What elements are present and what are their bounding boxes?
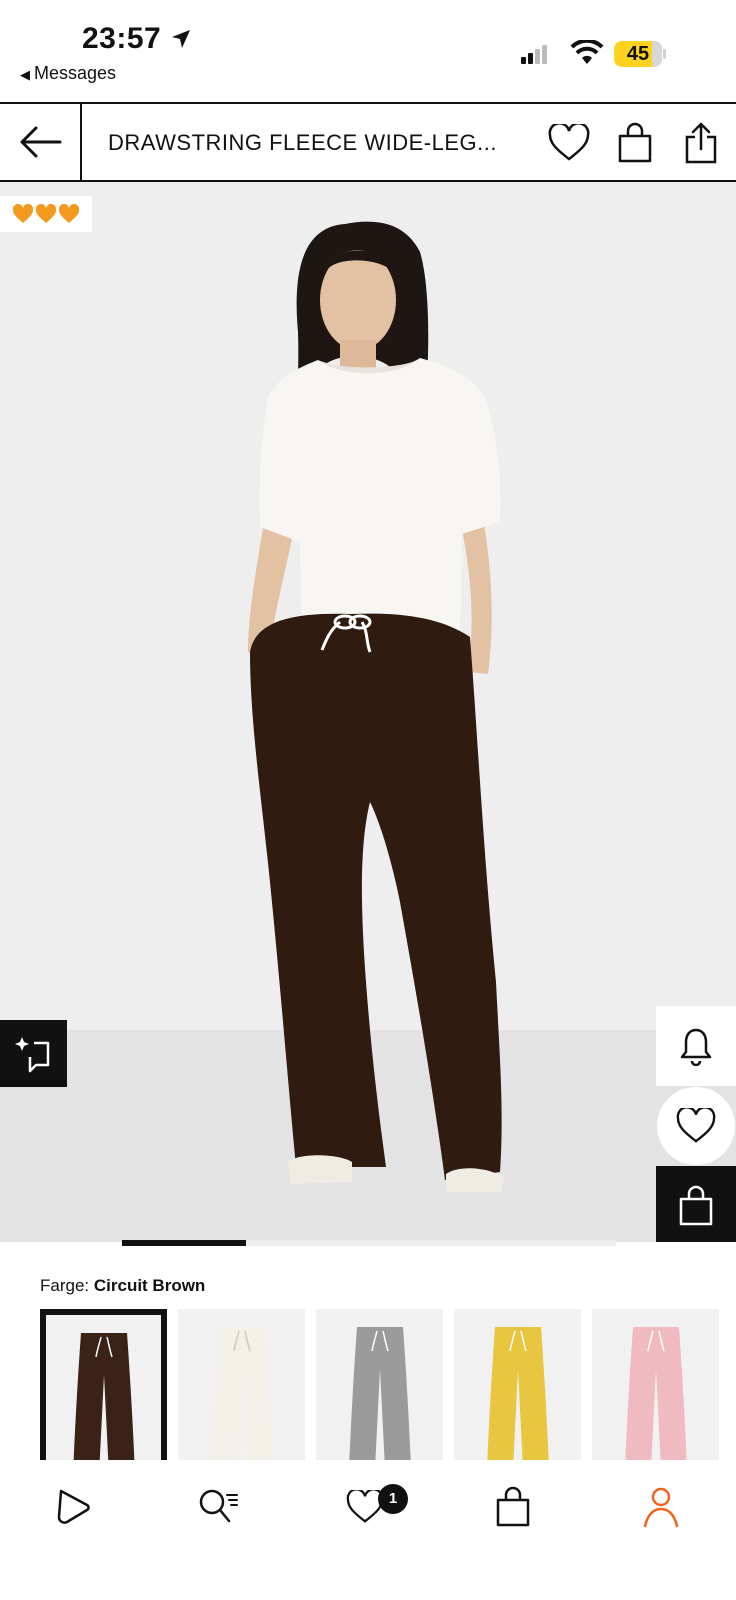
visual-search-icon: [14, 1036, 49, 1072]
tab-home[interactable]: [48, 1482, 98, 1532]
product-image[interactable]: [0, 182, 736, 1242]
cellular-signal-icon: [521, 45, 547, 64]
color-swatch-white[interactable]: [178, 1309, 305, 1461]
shopping-bag-icon: [679, 1185, 713, 1226]
pants-thumbnail: [486, 1327, 549, 1461]
battery-indicator: 45: [614, 41, 666, 67]
color-label-prefix: Farge:: [40, 1276, 90, 1295]
tab-search[interactable]: [194, 1482, 244, 1532]
shopping-bag-icon: [496, 1486, 530, 1527]
pants-thumbnail: [210, 1327, 273, 1461]
add-to-bag-button[interactable]: [656, 1166, 736, 1242]
color-swatch-brown[interactable]: [40, 1309, 167, 1461]
pants-thumbnail: [348, 1327, 411, 1461]
home-logo-icon: [57, 1489, 90, 1524]
product-header: DRAWSTRING FLEECE WIDE-LEG...: [0, 102, 736, 182]
gallery-progress: [122, 1240, 616, 1246]
color-swatch-pink[interactable]: [592, 1309, 719, 1461]
search-icon: [199, 1489, 238, 1523]
page-title: DRAWSTRING FLEECE WIDE-LEG...: [108, 130, 497, 155]
back-button[interactable]: [0, 104, 82, 180]
wishlist-count-badge: 1: [378, 1484, 408, 1514]
color-swatches: [40, 1309, 736, 1461]
bag-button[interactable]: [614, 122, 656, 164]
share-button[interactable]: [680, 122, 722, 164]
orange-heart-icon: [12, 204, 34, 223]
back-to-app-link[interactable]: ◀ Messages: [20, 63, 116, 84]
arrow-left-icon: [20, 126, 62, 158]
battery-level: 45: [626, 43, 650, 65]
location-arrow-icon: [172, 30, 190, 48]
wishlist-button[interactable]: [548, 122, 590, 164]
tab-profile[interactable]: [636, 1482, 686, 1532]
status-bar: 23:57 ◀ Messages 45: [0, 0, 736, 102]
pants-thumbnail: [73, 1333, 134, 1461]
tab-bar: [0, 1460, 736, 1600]
wifi-icon: [570, 40, 604, 64]
visual-search-button[interactable]: [0, 1020, 67, 1087]
bell-icon: [680, 1028, 712, 1066]
orange-heart-icon: [35, 204, 57, 223]
back-app-label: Messages: [34, 63, 117, 83]
heart-icon: [676, 1108, 716, 1143]
add-to-wishlist-button[interactable]: [656, 1086, 736, 1166]
color-swatch-grey[interactable]: [316, 1309, 443, 1461]
shopping-bag-icon: [618, 122, 652, 163]
notify-button[interactable]: [656, 1006, 736, 1086]
orange-heart-icon: [58, 204, 80, 223]
color-swatch-yellow[interactable]: [454, 1309, 581, 1461]
color-value: Circuit Brown: [93, 1276, 206, 1295]
back-triangle-icon: ◀: [20, 67, 30, 82]
tab-bag[interactable]: [488, 1482, 538, 1532]
pants-thumbnail: [624, 1327, 687, 1461]
profile-icon: [643, 1487, 679, 1528]
status-time: 23:57: [82, 22, 162, 55]
model-photo: [248, 221, 504, 1192]
rating-badge: [0, 196, 92, 232]
share-icon: [685, 122, 717, 164]
color-label: Farge: Circuit Brown: [40, 1276, 205, 1296]
heart-icon: [548, 124, 590, 161]
